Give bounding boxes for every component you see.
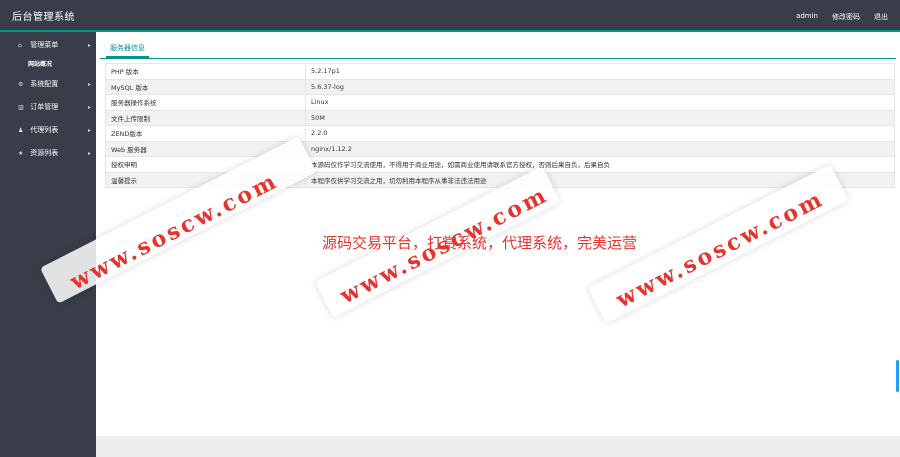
- sidebar-item-label: 管理菜单: [30, 41, 59, 49]
- row-value: 本源码仅作学习交流使用，不得用于商业用途，如需商业使用请联系官方授权，否则后果自…: [305, 156, 895, 173]
- table-row: 授权申明 本源码仅作学习交流使用，不得用于商业用途，如需商业使用请联系官方授权，…: [105, 156, 895, 173]
- sidebar-item-menu[interactable]: ⌂ 管理菜单 ▸: [0, 34, 96, 57]
- top-links: admin 修改密码 退出: [796, 12, 888, 22]
- chevron-right-icon: ▸: [87, 150, 91, 157]
- username-link[interactable]: admin: [796, 12, 818, 22]
- change-password-link[interactable]: 修改密码: [832, 12, 860, 22]
- row-value: Linux: [305, 94, 895, 111]
- chart-icon: ▥: [18, 104, 24, 111]
- row-value: 5.6.37-log: [305, 78, 895, 95]
- row-key: 服务器操作系统: [105, 94, 306, 111]
- sidebar-item-label: 代理列表: [30, 126, 59, 134]
- row-value: 5.2.17p1: [305, 63, 895, 80]
- row-key: PHP 版本: [105, 63, 306, 80]
- table-row: PHP 版本 5.2.17p1: [105, 63, 895, 80]
- row-key: MySQL 版本: [105, 78, 306, 95]
- sidebar-item-label: 资源列表: [30, 149, 59, 157]
- server-info-table: PHP 版本 5.2.17p1 MySQL 版本 5.6.37-log 服务器操…: [105, 63, 895, 188]
- app-title: 后台管理系统: [12, 12, 75, 23]
- chevron-right-icon: ▸: [87, 81, 91, 88]
- tab-bar: 服务器信息: [100, 38, 896, 59]
- sidebar-subitem-overview[interactable]: 网站概况: [0, 57, 96, 73]
- sidebar-item-label: 订单管理: [30, 103, 59, 111]
- row-key: ZEND版本: [105, 125, 306, 142]
- footer-bar: [96, 436, 900, 457]
- user-icon: ♟: [18, 127, 24, 134]
- row-value: nginx/1.12.2: [305, 140, 895, 157]
- sidebar-item-label: 系统配置: [30, 80, 59, 88]
- table-row: 服务器操作系统 Linux: [105, 94, 895, 111]
- gears-icon: ⚙: [18, 81, 24, 88]
- sidebar-item-orders[interactable]: ▥ 订单管理 ▸: [0, 96, 96, 119]
- scrollbar-thumb[interactable]: [896, 360, 899, 392]
- tab-server-info[interactable]: 服务器信息: [106, 38, 149, 58]
- table-row: MySQL 版本 5.6.37-log: [105, 78, 895, 95]
- sidebar-item-agents[interactable]: ♟ 代理列表 ▸: [0, 119, 96, 142]
- table-row: Web 服务器 nginx/1.12.2: [105, 140, 895, 157]
- top-bar: 后台管理系统 admin 修改密码 退出: [0, 0, 900, 30]
- sidebar: ⌂ 管理菜单 ▸ 网站概况 ⚙ 系统配置 ▸ ▥ 订单管理 ▸ ♟ 代理列表 ▸…: [0, 32, 96, 457]
- sidebar-item-resources[interactable]: ★ 资源列表 ▸: [0, 142, 96, 165]
- table-row: 文件上传限制 50M: [105, 109, 895, 126]
- chevron-right-icon: ▸: [87, 127, 91, 134]
- watermark-caption: 源码交易平台，打赏系统，代理系统，完美运营: [322, 234, 638, 252]
- chevron-right-icon: ▸: [87, 104, 91, 111]
- chevron-right-icon: ▸: [87, 42, 91, 49]
- table-row: ZEND版本 2.2.0: [105, 125, 895, 142]
- star-icon: ★: [18, 150, 24, 157]
- row-value: 2.2.0: [305, 125, 895, 142]
- row-value: 50M: [305, 109, 895, 126]
- sidebar-item-config[interactable]: ⚙ 系统配置 ▸: [0, 73, 96, 96]
- logout-link[interactable]: 退出: [874, 12, 888, 22]
- row-key: 文件上传限制: [105, 109, 306, 126]
- home-icon: ⌂: [18, 42, 22, 49]
